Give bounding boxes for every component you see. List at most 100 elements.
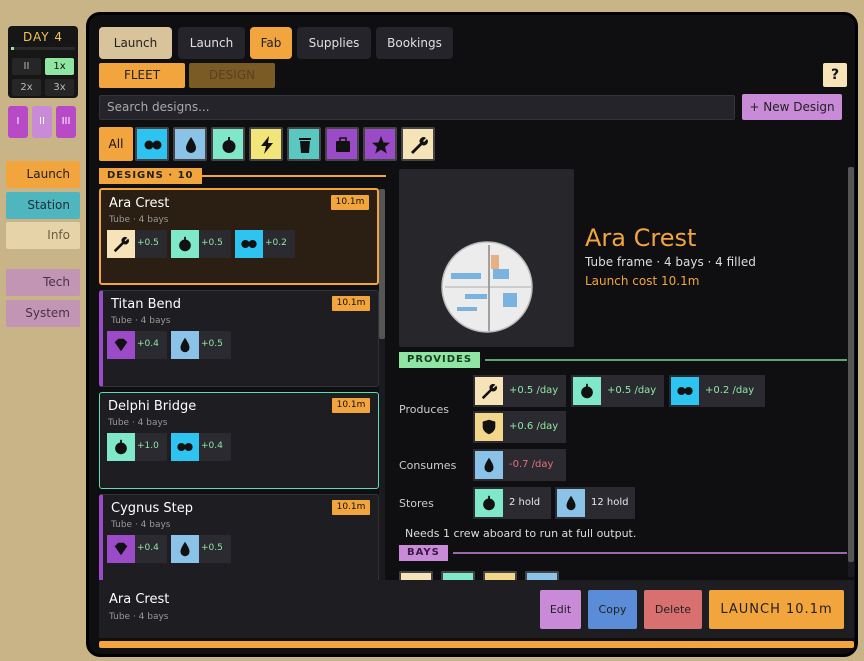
wrench-icon: [481, 383, 497, 400]
wrench-icon: [411, 137, 428, 154]
subtab-fleet[interactable]: FLEET: [99, 63, 185, 88]
wrench-icon: [113, 236, 129, 253]
detail-scrollbar[interactable]: [848, 167, 854, 577]
launch-button[interactable]: LAUNCH 10.1m: [709, 590, 844, 629]
gem-icon: [114, 338, 128, 352]
filter-wrench-button[interactable]: [401, 127, 435, 161]
stores-food: 2 hold: [473, 487, 551, 519]
day-label: DAY 4: [22, 30, 64, 44]
filter-food-button[interactable]: [211, 127, 245, 161]
designs-header: DESIGNS · 10: [99, 168, 202, 184]
tier-1-button[interactable]: I: [8, 106, 28, 138]
design-list: Ara Crest Tube · 4 bays 10.1m +0.5 +0.5 …: [99, 188, 381, 581]
stat-value: +0.5: [201, 339, 223, 349]
gem-icon: [114, 542, 128, 556]
search-input[interactable]: Search designs...: [99, 95, 735, 120]
bays-divider: [453, 552, 847, 554]
filter-water-button[interactable]: [173, 127, 207, 161]
help-button[interactable]: ?: [823, 63, 847, 87]
speed-3x-button[interactable]: 3x: [45, 79, 74, 96]
action-footer: Ara Crest Tube · 4 bays Edit Copy Delete…: [99, 580, 854, 638]
stat-chip: +0.2: [235, 230, 295, 258]
design-name: Cygnus Step: [111, 501, 194, 516]
orbit-icon: [241, 239, 257, 249]
detail-title: Ara Crest: [585, 224, 697, 252]
consumes-label: Consumes: [399, 459, 457, 472]
filter-star-button[interactable]: [363, 127, 397, 161]
tab-bookings[interactable]: Bookings: [376, 27, 453, 59]
tab-supplies[interactable]: Supplies: [297, 27, 371, 59]
stat-value: +0.5: [201, 543, 223, 553]
station-module-image: [441, 241, 533, 333]
design-card-titan-bend[interactable]: Titan Bend Tube · 4 bays 10.1m +0.4 +0.5: [99, 290, 379, 387]
water-icon: [180, 541, 190, 557]
design-list-scrollbar[interactable]: [379, 189, 385, 584]
speed-1x-button[interactable]: 1x: [45, 58, 74, 75]
filter-power-button[interactable]: [249, 127, 283, 161]
water-icon: [484, 457, 494, 473]
tab-fab[interactable]: Fab: [250, 27, 292, 59]
detail-launch-cost: Launch cost 10.1m: [585, 274, 700, 288]
shield-icon: [482, 419, 496, 435]
pause-button[interactable]: II: [12, 58, 41, 75]
stat-chip: +0.4: [107, 535, 167, 563]
design-name: Delphi Bridge: [108, 399, 197, 414]
stores-label: Stores: [399, 497, 434, 510]
star-icon: [372, 136, 390, 154]
designs-divider: [199, 175, 386, 177]
footer-design-sub: Tube · 4 bays: [109, 612, 169, 622]
nav-launch[interactable]: Launch: [6, 161, 80, 188]
design-name: Titan Bend: [111, 297, 181, 312]
filter-cargo-button[interactable]: [325, 127, 359, 161]
bottom-accent-bar: [99, 641, 854, 648]
delete-button[interactable]: Delete: [644, 590, 702, 629]
consumes-water: -0.7 /day: [473, 449, 566, 481]
design-cost: 10.1m: [332, 296, 370, 311]
edit-button[interactable]: Edit: [540, 590, 581, 629]
filter-orbit-button[interactable]: [135, 127, 169, 161]
detail-subtitle: Tube frame · 4 bays · 4 filled: [585, 255, 756, 269]
design-card-ara-crest[interactable]: Ara Crest Tube · 4 bays 10.1m +0.5 +0.5 …: [99, 188, 379, 285]
power-icon: [261, 136, 273, 154]
footer-design-name: Ara Crest: [109, 592, 170, 607]
main-panel: Launch Launch Fab Supplies Bookings FLEE…: [86, 12, 858, 657]
food-icon: [179, 236, 191, 252]
produces-label: Produces: [399, 403, 449, 416]
nav-station[interactable]: Station: [6, 192, 80, 219]
subtab-design[interactable]: DESIGN: [189, 63, 275, 88]
produces-value: +0.5 /day: [607, 385, 657, 396]
new-design-button[interactable]: + New Design: [742, 94, 842, 120]
stat-value: +0.5: [201, 238, 223, 248]
design-card-cygnus-step[interactable]: Cygnus Step Tube · 4 bays 10.1m +0.4 +0.…: [99, 494, 379, 581]
produces-value: +0.5 /day: [509, 385, 559, 396]
stat-chip: +0.5: [171, 535, 231, 563]
nav-system[interactable]: System: [6, 300, 80, 327]
stat-chip: +1.0: [107, 433, 167, 461]
copy-button[interactable]: Copy: [588, 590, 637, 629]
produces-value: +0.2 /day: [705, 385, 755, 396]
stat-chip: +0.4: [171, 433, 231, 461]
produces-food: +0.5 /day: [571, 375, 664, 407]
trash-icon: [299, 138, 311, 153]
nav-tech[interactable]: Tech: [6, 269, 80, 296]
stores-water: 12 hold: [555, 487, 635, 519]
tab-launch-active[interactable]: Launch: [99, 27, 172, 59]
design-sub: Tube · 4 bays: [108, 418, 168, 428]
stat-value: +0.4: [201, 441, 223, 451]
produces-orbit: +0.2 /day: [669, 375, 765, 407]
stat-value: +0.4: [137, 543, 159, 553]
nav-info[interactable]: Info: [6, 222, 80, 249]
design-sub: Tube · 4 bays: [109, 215, 169, 225]
tab-launch[interactable]: Launch: [178, 27, 245, 59]
food-icon: [115, 439, 127, 455]
produces-value: +0.6 /day: [509, 421, 559, 432]
stores-value: 12 hold: [591, 497, 629, 508]
tier-2-button[interactable]: II: [32, 106, 52, 138]
filter-all-button[interactable]: All: [99, 127, 133, 161]
food-icon: [483, 495, 495, 511]
day-panel: DAY 4 II 1x 2x 3x: [8, 26, 78, 98]
speed-2x-button[interactable]: 2x: [12, 79, 41, 96]
design-card-delphi-bridge[interactable]: Delphi Bridge Tube · 4 bays 10.1m +1.0 +…: [99, 392, 379, 489]
tier-3-button[interactable]: III: [56, 106, 76, 138]
filter-trash-button[interactable]: [287, 127, 321, 161]
